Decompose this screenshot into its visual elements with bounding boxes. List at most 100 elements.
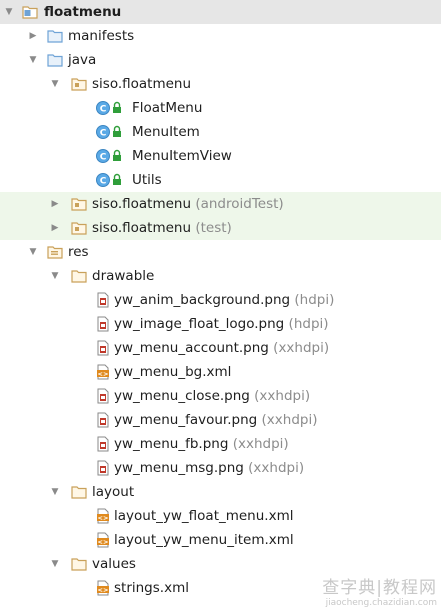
file-qualifier: (hdpi) <box>294 292 335 308</box>
folder-icon <box>71 484 87 500</box>
svg-text:<>: <> <box>98 586 109 594</box>
file-name: values <box>92 556 136 572</box>
file-name: MenuItem <box>132 124 200 140</box>
tree-row[interactable]: C MenuItem <box>0 120 441 144</box>
tree-row[interactable]: ▼ drawable <box>0 264 441 288</box>
svg-text:C: C <box>100 153 107 163</box>
watermark: 查字典|教程网 jiaocheng.chazidian.com <box>322 578 437 608</box>
tree-row-label: drawable <box>92 264 154 288</box>
tree-row[interactable]: ▶ siso.floatmenu (test) <box>0 216 441 240</box>
tree-row-label: siso.floatmenu (androidTest) <box>92 192 284 216</box>
collapse-arrow-icon[interactable]: ▶ <box>26 24 40 48</box>
tree-row-label: MenuItem <box>132 120 200 144</box>
tree-row[interactable]: ▶ siso.floatmenu (androidTest) <box>0 192 441 216</box>
expand-arrow-icon[interactable]: ▼ <box>48 552 62 576</box>
svg-text:C: C <box>100 105 107 115</box>
tree-row-label: siso.floatmenu <box>92 72 191 96</box>
file-name: siso.floatmenu <box>92 196 192 212</box>
image-file-icon <box>95 292 111 308</box>
package-icon <box>71 220 87 236</box>
file-qualifier: (xxhdpi) <box>261 412 318 428</box>
file-name: Utils <box>132 172 162 188</box>
tree-row[interactable]: <> layout_yw_menu_item.xml <box>0 528 441 552</box>
file-name: FloatMenu <box>132 100 203 116</box>
tree-row[interactable]: ▼ siso.floatmenu <box>0 72 441 96</box>
file-name: strings.xml <box>114 580 189 596</box>
xml-file-icon: <> <box>95 364 111 380</box>
tree-row-label: java <box>68 48 96 72</box>
tree-row[interactable]: ▼ layout <box>0 480 441 504</box>
file-qualifier: (androidTest) <box>195 196 284 212</box>
tree-row[interactable]: ▼ java <box>0 48 441 72</box>
module-folder-icon <box>22 4 38 20</box>
xml-file-icon: <> <box>95 532 111 548</box>
tree-row-label: yw_image_float_logo.png (hdpi) <box>114 312 329 336</box>
tree-row-label: yw_menu_favour.png (xxhdpi) <box>114 408 318 432</box>
tree-row-label: strings.xml <box>114 576 189 600</box>
tree-row[interactable]: ▼ floatmenu <box>0 0 441 24</box>
tree-row[interactable]: ▶ manifests <box>0 24 441 48</box>
file-name: siso.floatmenu <box>92 76 192 92</box>
tree-row[interactable]: C Utils <box>0 168 441 192</box>
file-name: yw_menu_favour.png <box>114 412 258 428</box>
tree-row-label: Utils <box>132 168 162 192</box>
tree-row[interactable]: <> layout_yw_float_menu.xml <box>0 504 441 528</box>
tree-row-label: yw_menu_fb.png (xxhdpi) <box>114 432 289 456</box>
class-icon: C <box>95 124 121 140</box>
file-name: res <box>68 244 89 260</box>
tree-row-label: res <box>68 240 89 264</box>
tree-row[interactable]: ▼ values <box>0 552 441 576</box>
expand-arrow-icon[interactable]: ▼ <box>2 0 16 24</box>
file-name: java <box>68 52 97 68</box>
file-name: yw_menu_bg.xml <box>114 364 232 380</box>
tree-row-label: yw_anim_background.png (hdpi) <box>114 288 334 312</box>
expand-arrow-icon[interactable]: ▼ <box>48 480 62 504</box>
file-qualifier: (xxhdpi) <box>248 460 305 476</box>
expand-arrow-icon[interactable]: ▼ <box>48 264 62 288</box>
image-file-icon <box>95 388 111 404</box>
expand-arrow-icon[interactable]: ▼ <box>26 48 40 72</box>
tree-row[interactable]: yw_anim_background.png (hdpi) <box>0 288 441 312</box>
file-name: manifests <box>68 28 135 44</box>
tree-row-label: MenuItemView <box>132 144 232 168</box>
tree-row[interactable]: <> yw_menu_bg.xml <box>0 360 441 384</box>
source-folder-icon <box>47 52 63 68</box>
file-qualifier: (hdpi) <box>288 316 329 332</box>
expand-arrow-icon[interactable]: ▼ <box>26 240 40 264</box>
tree-row-label: values <box>92 552 136 576</box>
tree-row[interactable]: ▼ res <box>0 240 441 264</box>
file-name: yw_menu_close.png <box>114 388 250 404</box>
image-file-icon <box>95 460 111 476</box>
collapse-arrow-icon[interactable]: ▶ <box>48 216 62 240</box>
folder-icon <box>71 268 87 284</box>
svg-text:<>: <> <box>98 538 109 546</box>
image-file-icon <box>95 340 111 356</box>
file-qualifier: (xxhdpi) <box>273 340 330 356</box>
tree-row-label: yw_menu_account.png (xxhdpi) <box>114 336 329 360</box>
class-icon: C <box>95 100 121 116</box>
tree-row-label: yw_menu_close.png (xxhdpi) <box>114 384 310 408</box>
collapse-arrow-icon[interactable]: ▶ <box>48 192 62 216</box>
file-name: layout_yw_menu_item.xml <box>114 532 294 548</box>
tree-row-label: siso.floatmenu (test) <box>92 216 232 240</box>
tree-row[interactable]: C FloatMenu <box>0 96 441 120</box>
tree-row[interactable]: C MenuItemView <box>0 144 441 168</box>
svg-text:C: C <box>100 177 107 187</box>
file-qualifier: (test) <box>195 220 232 236</box>
watermark-main: 查字典|教程网 <box>322 578 437 598</box>
file-name: yw_anim_background.png <box>114 292 291 308</box>
tree-row-label: FloatMenu <box>132 96 202 120</box>
tree-row[interactable]: yw_menu_close.png (xxhdpi) <box>0 384 441 408</box>
file-name: layout <box>92 484 135 500</box>
class-icon: C <box>95 172 121 188</box>
tree-row[interactable]: yw_menu_fb.png (xxhdpi) <box>0 432 441 456</box>
svg-text:C: C <box>100 129 107 139</box>
tree-row[interactable]: yw_image_float_logo.png (hdpi) <box>0 312 441 336</box>
tree-row[interactable]: yw_menu_favour.png (xxhdpi) <box>0 408 441 432</box>
xml-file-icon: <> <box>95 580 111 596</box>
expand-arrow-icon[interactable]: ▼ <box>48 72 62 96</box>
image-file-icon <box>95 436 111 452</box>
xml-file-icon: <> <box>95 508 111 524</box>
tree-row[interactable]: yw_menu_msg.png (xxhdpi) <box>0 456 441 480</box>
tree-row[interactable]: yw_menu_account.png (xxhdpi) <box>0 336 441 360</box>
